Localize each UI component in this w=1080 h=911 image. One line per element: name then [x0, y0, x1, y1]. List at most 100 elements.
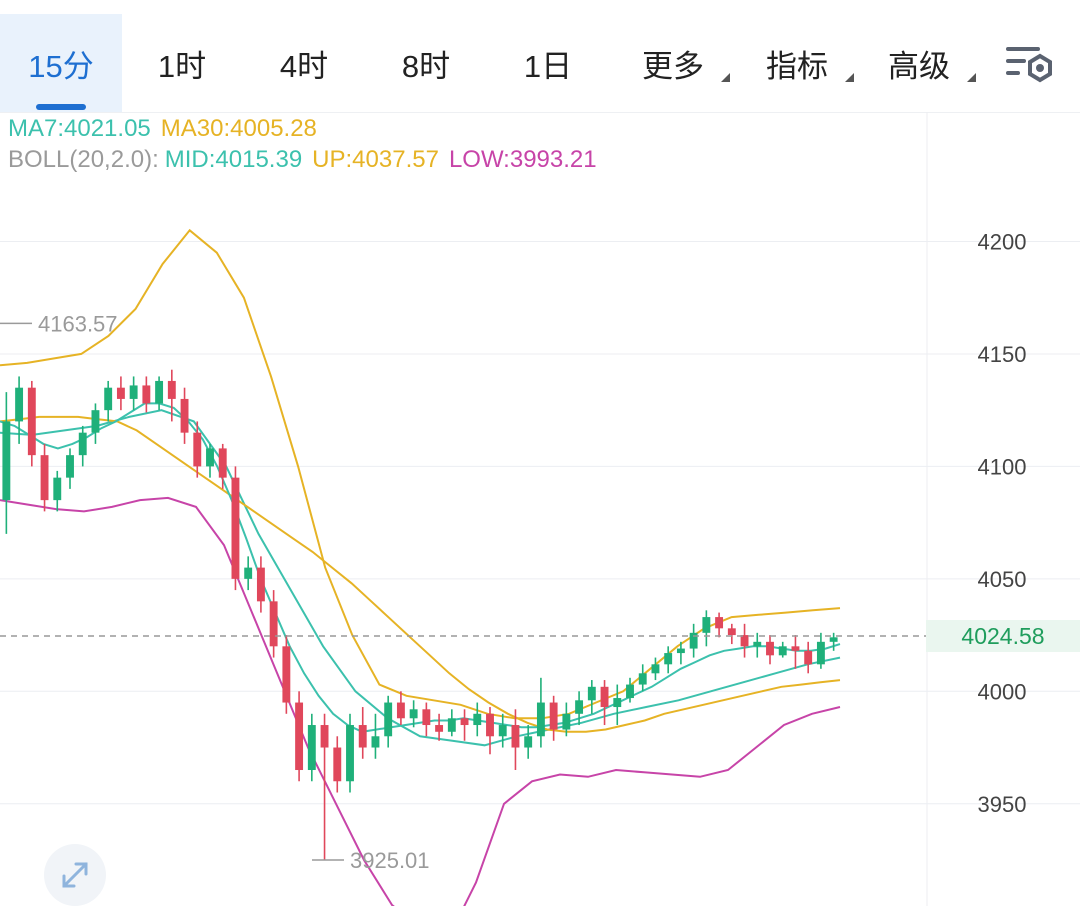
candle-body: [180, 398, 189, 433]
candle-body: [155, 380, 164, 404]
candle-body: [256, 567, 265, 602]
candle-body: [142, 385, 151, 404]
tab-label: 4时: [279, 48, 329, 84]
candle-body: [511, 725, 520, 748]
candle-body: [15, 387, 24, 422]
candle-body: [218, 448, 227, 478]
candle-body: [295, 702, 304, 771]
candle-body: [167, 380, 176, 399]
candle-body: [409, 709, 418, 719]
candle-body: [676, 648, 685, 654]
active-tab-indicator: [36, 104, 86, 110]
candle-body: [269, 601, 278, 647]
candle-body: [486, 713, 494, 737]
candle-body: [2, 421, 11, 501]
dropdown-caret-icon: [845, 73, 854, 82]
candle-body: [358, 725, 367, 748]
tab-label: 8时: [401, 48, 451, 84]
candle-body: [53, 477, 62, 501]
candle-body: [727, 628, 736, 636]
ma30-line: [0, 415, 841, 733]
tab-1h[interactable]: 1时: [132, 14, 232, 112]
candle-body: [587, 686, 596, 701]
candle-body: [829, 637, 838, 642]
tab-label: 更多: [642, 48, 704, 84]
expand-arrows-icon: [62, 862, 88, 888]
candle-body: [549, 702, 558, 730]
candle-body: [104, 387, 113, 411]
candle-body: [816, 641, 825, 665]
tab-more[interactable]: 更多: [630, 14, 730, 112]
candle-body: [346, 725, 354, 782]
candle-body: [40, 455, 49, 501]
candle-body: [638, 673, 647, 685]
y-tick-label: 3950: [978, 792, 1027, 817]
candle-body: [804, 650, 813, 665]
tab-advanced[interactable]: 高级: [876, 14, 976, 112]
low-marker-label: 3925.01: [350, 848, 430, 873]
candle-body: [27, 387, 36, 456]
chart-settings-icon[interactable]: [1002, 42, 1054, 86]
candle-body: [282, 646, 291, 703]
candle-body: [320, 725, 329, 748]
candle-body: [384, 702, 393, 737]
y-tick-label: 4150: [978, 342, 1027, 367]
candle-body: [78, 432, 87, 456]
tab-indicators[interactable]: 指标: [754, 14, 854, 112]
candle-body: [524, 736, 533, 748]
ma7-line: [0, 402, 841, 733]
candle-body: [753, 641, 762, 647]
candle-body: [66, 455, 74, 478]
candle-body: [715, 617, 724, 629]
candle-body: [193, 432, 202, 467]
candle-body: [91, 410, 100, 433]
candle-body: [206, 448, 214, 467]
high-marker-label: 4163.57: [38, 311, 118, 336]
candle-body: [244, 567, 253, 579]
candle-body: [791, 646, 800, 651]
tab-label: 1时: [157, 48, 207, 84]
candle-body: [116, 387, 125, 399]
candle-body: [460, 718, 469, 726]
candle-body: [333, 747, 342, 782]
candle-body: [626, 684, 634, 699]
boll-mid-line: [0, 409, 841, 747]
y-tick-label: 4000: [978, 679, 1027, 704]
y-tick-label: 4100: [978, 454, 1027, 479]
expand-button[interactable]: [44, 844, 106, 906]
candle-body: [613, 698, 622, 708]
candle-body: [473, 713, 482, 726]
candle-body: [447, 718, 456, 732]
tab-label: 高级: [888, 48, 950, 84]
candle-body: [129, 385, 138, 399]
candle-body: [778, 646, 787, 656]
candle-body: [536, 702, 545, 737]
candle-body: [562, 713, 571, 730]
candle-body: [600, 686, 609, 708]
candle-body: [689, 632, 698, 649]
current-price-tag: 4024.58: [926, 620, 1080, 652]
candle-body: [422, 709, 431, 726]
candle-body: [307, 725, 316, 771]
dropdown-caret-icon: [967, 73, 976, 82]
y-tick-label: 4050: [978, 567, 1027, 592]
tab-4h[interactable]: 4时: [254, 14, 354, 112]
candlestick-chart[interactable]: 4200 4150 4100 4050 4000 3950 4163.57 3925.01: [0, 112, 1080, 906]
tab-8h[interactable]: 8时: [376, 14, 476, 112]
candle-body: [498, 725, 507, 737]
candle-body: [371, 736, 380, 748]
candle-body: [766, 641, 774, 656]
y-tick-label: 4200: [978, 230, 1027, 255]
candle-body: [651, 664, 660, 674]
candle-body: [231, 477, 240, 579]
dropdown-caret-icon: [721, 73, 730, 82]
tab-15min[interactable]: 15分: [0, 14, 122, 112]
candle-body: [702, 617, 711, 633]
candle-body: [575, 700, 584, 714]
candle-body: [396, 702, 405, 719]
timeframe-tab-bar: 15分 1时 4时 8时 1日 更多 指标 高级: [0, 0, 1080, 113]
tab-label: 15分: [28, 48, 94, 84]
tab-1d[interactable]: 1日: [498, 14, 598, 112]
candle-body: [435, 725, 444, 732]
tab-label: 指标: [766, 48, 828, 84]
